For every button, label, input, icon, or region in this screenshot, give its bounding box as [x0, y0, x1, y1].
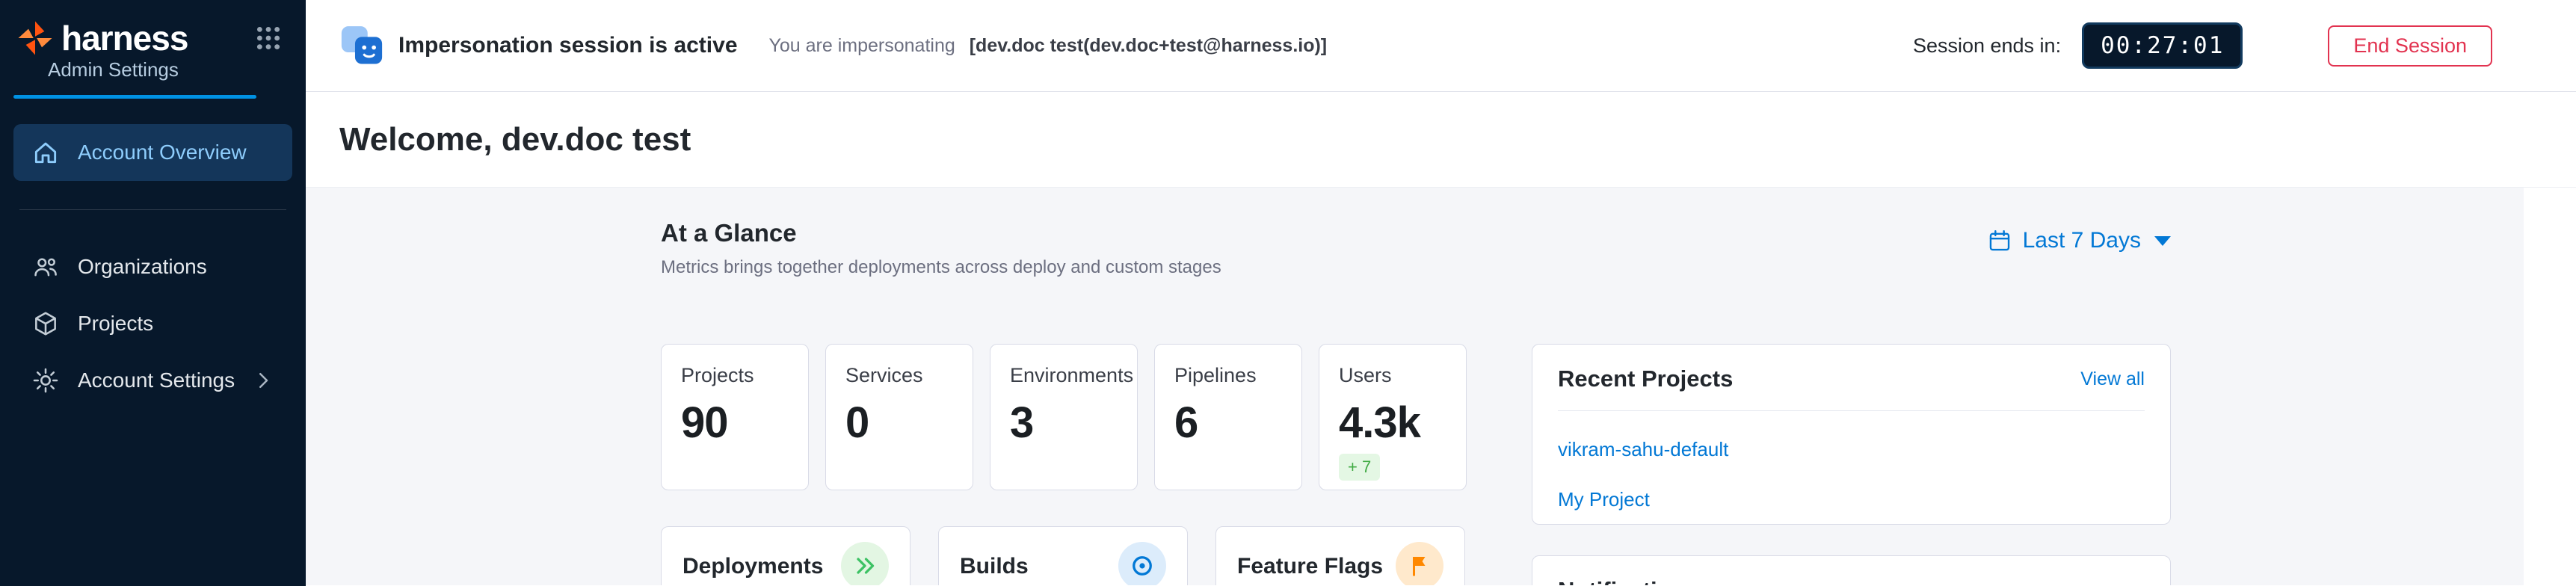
chevron-right-icon	[252, 369, 274, 392]
sidebar-item-account-settings[interactable]: Account Settings	[13, 352, 292, 409]
sidebar-item-label: Account Overview	[78, 141, 247, 164]
stat-label: Users	[1339, 364, 1466, 387]
builds-icon	[1118, 542, 1166, 585]
stat-value: 6	[1174, 398, 1301, 448]
stat-label: Pipelines	[1174, 364, 1301, 387]
module-label: Feature Flags	[1237, 554, 1383, 579]
session-countdown-timer: 00:27:01	[2082, 22, 2243, 69]
feature-flags-icon	[1396, 542, 1443, 585]
logo-text: harness	[61, 18, 188, 58]
impersonation-detail-prefix: You are impersonating	[769, 35, 955, 56]
sidebar-item-account-overview[interactable]: Account Overview	[13, 124, 292, 181]
stat-card-projects[interactable]: Projects 90	[661, 344, 809, 490]
impersonation-target: [dev.doc test(dev.doc+test@harness.io)]	[970, 35, 1327, 56]
stat-value: 90	[681, 398, 808, 448]
divider	[1558, 410, 2145, 411]
sidebar-item-label: Organizations	[78, 255, 207, 279]
impersonation-masks-icon	[339, 22, 385, 69]
deployments-icon	[841, 542, 889, 585]
sidebar-subtitle: Admin Settings	[48, 58, 306, 81]
time-range-selector[interactable]: Last 7 Days	[1987, 228, 2171, 253]
content-area: At a Glance Metrics brings together depl…	[306, 188, 2524, 585]
sidebar-item-organizations[interactable]: Organizations	[13, 238, 292, 295]
module-card-deployments[interactable]: Deployments	[661, 526, 910, 585]
module-label: Deployments	[682, 554, 823, 579]
apps-grid-icon[interactable]	[250, 20, 286, 56]
users-delta-badge: + 7	[1339, 454, 1380, 481]
module-card-feature-flags[interactable]: Feature Flags	[1215, 526, 1465, 585]
projects-icon	[31, 309, 60, 338]
module-label: Builds	[960, 554, 1029, 579]
stats-row: Projects 90 Services 0 Environments 3	[661, 344, 1467, 490]
gear-icon	[31, 366, 60, 395]
end-session-button[interactable]: End Session	[2328, 25, 2492, 67]
welcome-band: Welcome, dev.doc test	[306, 92, 2576, 188]
organizations-icon	[31, 253, 60, 281]
recent-projects-title: Recent Projects	[1558, 366, 1733, 392]
recent-project-link[interactable]: vikram-sahu-default	[1558, 438, 2145, 461]
caret-down-icon	[2154, 236, 2171, 246]
modules-row: Deployments Builds	[661, 526, 1467, 585]
stat-card-pipelines[interactable]: Pipelines 6	[1154, 344, 1302, 490]
main-area: Impersonation session is active You are …	[306, 0, 2576, 586]
sidebar-nav: Account Overview Organizations	[0, 124, 306, 409]
page-title: Welcome, dev.doc test	[339, 121, 691, 158]
impersonation-title: Impersonation session is active	[398, 33, 738, 58]
harness-logo-icon	[15, 18, 55, 58]
recent-project-link[interactable]: My Project	[1558, 488, 2145, 511]
impersonation-detail: You are impersonating [dev.doc test(dev.…	[769, 35, 1328, 57]
stat-value: 3	[1010, 398, 1137, 448]
stat-card-environments[interactable]: Environments 3	[990, 344, 1138, 490]
recent-projects-panel: Recent Projects View all vikram-sahu-def…	[1532, 344, 2171, 525]
sidebar-divider	[19, 209, 286, 210]
stat-label: Environments	[1010, 364, 1137, 387]
stat-value: 4.3k	[1339, 398, 1466, 448]
impersonation-banner: Impersonation session is active You are …	[306, 0, 2576, 92]
app-root: harness Admin Settings Account Overview	[0, 0, 2576, 586]
notifications-title: Notifications	[1558, 577, 1698, 585]
glance-title: At a Glance	[661, 219, 1221, 247]
stat-label: Services	[845, 364, 973, 387]
view-all-link[interactable]: View all	[2080, 368, 2145, 390]
glance-header: At a Glance Metrics brings together depl…	[661, 219, 2171, 278]
harness-logo[interactable]: harness	[0, 0, 306, 58]
stat-card-services[interactable]: Services 0	[825, 344, 973, 490]
glance-subtitle: Metrics brings together deployments acro…	[661, 257, 1221, 278]
sidebar-item-projects[interactable]: Projects	[13, 295, 292, 352]
stat-value: 0	[845, 398, 973, 448]
stat-label: Projects	[681, 364, 808, 387]
notifications-panel: Notifications	[1532, 555, 2171, 585]
session-ends-label: Session ends in:	[1913, 34, 2061, 58]
calendar-icon	[1987, 228, 2012, 253]
module-card-builds[interactable]: Builds	[938, 526, 1188, 585]
time-range-label: Last 7 Days	[2023, 228, 2141, 253]
sidebar: harness Admin Settings Account Overview	[0, 0, 306, 586]
sidebar-item-label: Projects	[78, 312, 153, 336]
stat-card-users[interactable]: Users 4.3k + 7	[1319, 344, 1467, 490]
session-controls: Session ends in: 00:27:01 End Session	[1913, 22, 2492, 69]
sidebar-item-label: Account Settings	[78, 368, 235, 392]
home-icon	[31, 138, 60, 167]
sidebar-accent-bar	[13, 95, 256, 99]
